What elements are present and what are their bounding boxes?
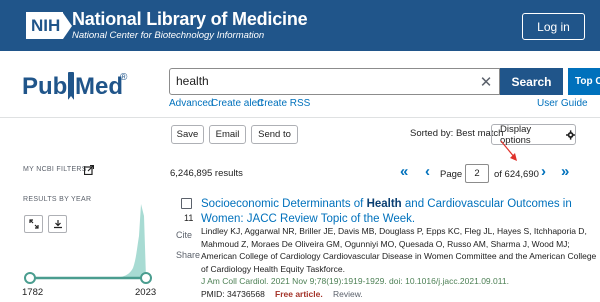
gear-icon xyxy=(565,129,575,140)
email-button[interactable]: Email xyxy=(209,125,246,144)
results-by-year-chart[interactable] xyxy=(20,196,168,292)
nih-logo-arrow xyxy=(63,12,73,39)
result-number: 11 xyxy=(184,213,194,223)
year-range-end-handle xyxy=(140,272,152,284)
article-citation: J Am Coll Cardiol. 2021 Nov 9;78(19):191… xyxy=(201,276,509,286)
year-range-start-handle xyxy=(24,272,36,284)
last-page-icon[interactable]: » xyxy=(561,163,569,180)
banner-title[interactable]: National Library of Medicine xyxy=(72,9,308,30)
nih-banner: NIH National Library of Medicine Nationa… xyxy=(0,0,600,51)
prev-page-icon[interactable]: ‹ xyxy=(425,163,430,180)
year-end-label: 2023 xyxy=(135,287,157,298)
user-guide-link[interactable]: User Guide xyxy=(537,98,588,109)
nih-logo-text: NIH xyxy=(26,12,64,39)
share-button[interactable]: Share xyxy=(176,250,200,260)
send-to-button[interactable]: Send to xyxy=(251,125,298,144)
save-button[interactable]: Save xyxy=(171,125,204,144)
page-number-input[interactable]: 2 xyxy=(465,164,489,183)
pubmed-logo-bookmark xyxy=(68,72,74,100)
top-button[interactable]: Top C xyxy=(568,68,600,95)
nih-logo[interactable]: NIH xyxy=(26,12,73,39)
free-article-badge: Free article. xyxy=(275,289,323,299)
first-page-icon[interactable]: « xyxy=(400,163,408,180)
page-label: Page xyxy=(440,169,463,180)
search-input[interactable]: health xyxy=(169,68,500,95)
article-title-before: Socioeconomic Determinants of xyxy=(201,198,367,210)
cite-button[interactable]: Cite xyxy=(176,230,192,240)
pubmed-logo-trademark: ® xyxy=(120,72,128,83)
pubmed-logo[interactable]: Pub Med ® xyxy=(22,68,134,108)
result-checkbox[interactable] xyxy=(181,198,192,209)
divider xyxy=(0,117,600,118)
page-total: of 624,690 xyxy=(494,169,539,180)
my-ncbi-filters-label[interactable]: MY NCBI FILTERS xyxy=(23,166,87,173)
close-icon[interactable]: ✕ xyxy=(472,68,500,95)
sort-selector[interactable]: Sorted by: Best match xyxy=(410,128,503,139)
login-button[interactable]: Log in xyxy=(522,13,585,40)
article-title-link[interactable]: Socioeconomic Determinants of Health and… xyxy=(201,197,597,227)
create-alert-link[interactable]: Create alert xyxy=(211,98,263,109)
advanced-link[interactable]: Advanced xyxy=(169,98,213,109)
pubmed-logo-pub: Pub xyxy=(22,73,67,100)
article-pmid: PMID: 34736568 xyxy=(201,289,265,299)
create-rss-link[interactable]: Create RSS xyxy=(257,98,310,109)
article-title-highlight: Health xyxy=(366,198,402,210)
annotation-arrow-icon xyxy=(500,140,517,161)
next-page-icon[interactable]: › xyxy=(541,163,546,180)
article-authors: Lindley KJ, Aggarwal NR, Briller JE, Dav… xyxy=(201,226,597,274)
banner-subtitle: National Center for Biotechnology Inform… xyxy=(72,30,265,41)
article-type: Review. xyxy=(333,289,363,299)
pubmed-logo-med: Med xyxy=(75,73,123,100)
results-count: 6,246,895 results xyxy=(170,168,243,179)
year-histogram-area xyxy=(30,204,146,278)
year-start-label: 1782 xyxy=(22,287,44,298)
external-link-icon[interactable] xyxy=(84,165,94,175)
search-button[interactable]: Search xyxy=(500,68,563,95)
